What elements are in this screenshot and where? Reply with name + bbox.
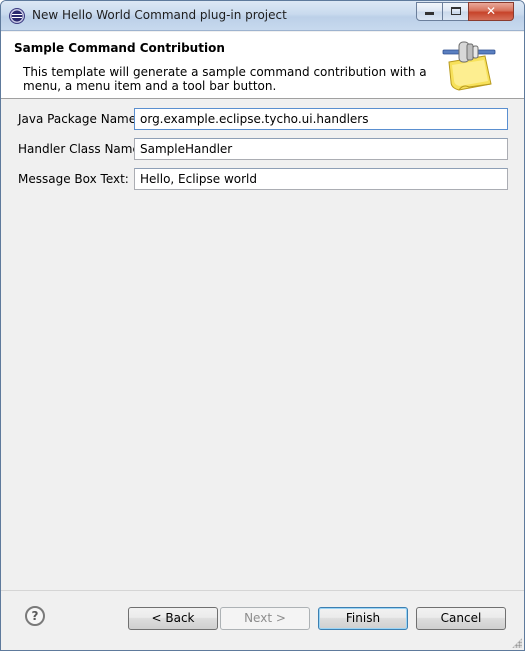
next-button[interactable]: Next > (220, 607, 310, 630)
finish-button[interactable]: Finish (318, 607, 408, 630)
title-bar[interactable]: New Hello World Command plug-in project … (1, 1, 524, 31)
minimize-button[interactable] (416, 2, 443, 21)
maximize-button[interactable] (442, 2, 469, 21)
close-button[interactable]: ✕ (468, 2, 514, 21)
java-package-row: Java Package Name: (1, 108, 524, 132)
minimize-icon (425, 12, 434, 15)
help-icon[interactable]: ? (25, 606, 45, 626)
plug-folder-icon (442, 41, 496, 91)
wizard-header: Sample Command Contribution This templat… (1, 32, 524, 99)
eclipse-icon (9, 8, 25, 24)
wizard-dialog: New Hello World Command plug-in project … (0, 0, 525, 651)
resize-grip[interactable] (512, 638, 522, 648)
handler-class-label: Handler Class Name: (18, 142, 144, 156)
handler-class-row: Handler Class Name: (1, 138, 524, 162)
footer-separator (1, 590, 524, 591)
page-title: Sample Command Contribution (14, 41, 225, 55)
java-package-label: Java Package Name: (18, 112, 141, 126)
message-box-input[interactable] (134, 168, 508, 190)
page-description: This template will generate a sample com… (23, 65, 427, 93)
window-title: New Hello World Command plug-in project (32, 8, 287, 22)
java-package-input[interactable] (134, 108, 508, 130)
maximize-icon (450, 7, 461, 15)
handler-class-input[interactable] (134, 138, 508, 160)
cancel-button[interactable]: Cancel (416, 607, 506, 630)
message-box-row: Message Box Text: (1, 168, 524, 192)
message-box-label: Message Box Text: (18, 172, 129, 186)
back-button[interactable]: < Back (128, 607, 218, 630)
close-icon: ✕ (485, 4, 497, 18)
